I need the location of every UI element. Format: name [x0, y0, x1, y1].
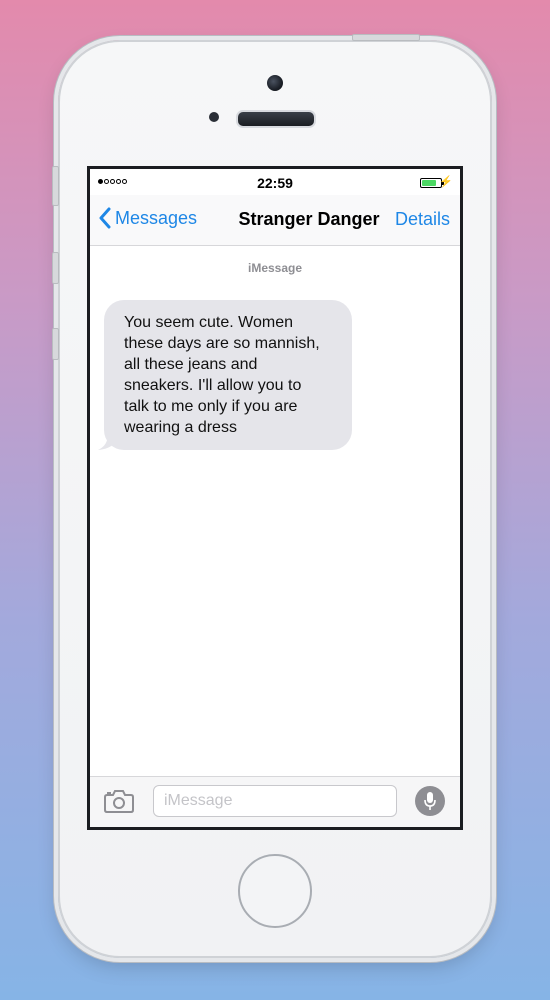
- navigation-bar: Messages Stranger Danger Details: [90, 195, 460, 246]
- volume-down-button: [52, 328, 59, 360]
- proximity-sensor: [209, 112, 219, 122]
- message-incoming[interactable]: You seem cute. Women these days are so m…: [98, 300, 352, 450]
- message-bubble-text: You seem cute. Women these days are so m…: [104, 300, 352, 450]
- front-camera: [267, 75, 283, 91]
- charging-bolt-icon: ⚡: [439, 176, 453, 188]
- volume-up-button: [52, 252, 59, 284]
- home-button[interactable]: [238, 854, 312, 928]
- chevron-left-icon: [99, 207, 111, 229]
- microphone-button[interactable]: [415, 786, 445, 816]
- earpiece-speaker: [236, 110, 316, 128]
- mute-switch: [52, 166, 59, 206]
- power-button: [352, 34, 420, 41]
- service-label: iMessage: [247, 261, 303, 275]
- conversation-title: Stranger Danger: [238, 209, 380, 229]
- phone-screen: 22:59 ⚡ Messages Stranger Danger Details…: [87, 166, 463, 830]
- camera-button[interactable]: [104, 789, 134, 818]
- status-time: 22:59: [257, 175, 293, 191]
- status-bar: 22:59 ⚡: [90, 169, 460, 195]
- input-bar: [90, 776, 460, 827]
- details-button[interactable]: Details: [395, 209, 450, 230]
- microphone-icon: [424, 792, 436, 810]
- camera-icon: [104, 790, 134, 813]
- back-button[interactable]: Messages: [98, 207, 197, 229]
- message-input[interactable]: [153, 785, 397, 817]
- back-button-label: Messages: [115, 207, 198, 228]
